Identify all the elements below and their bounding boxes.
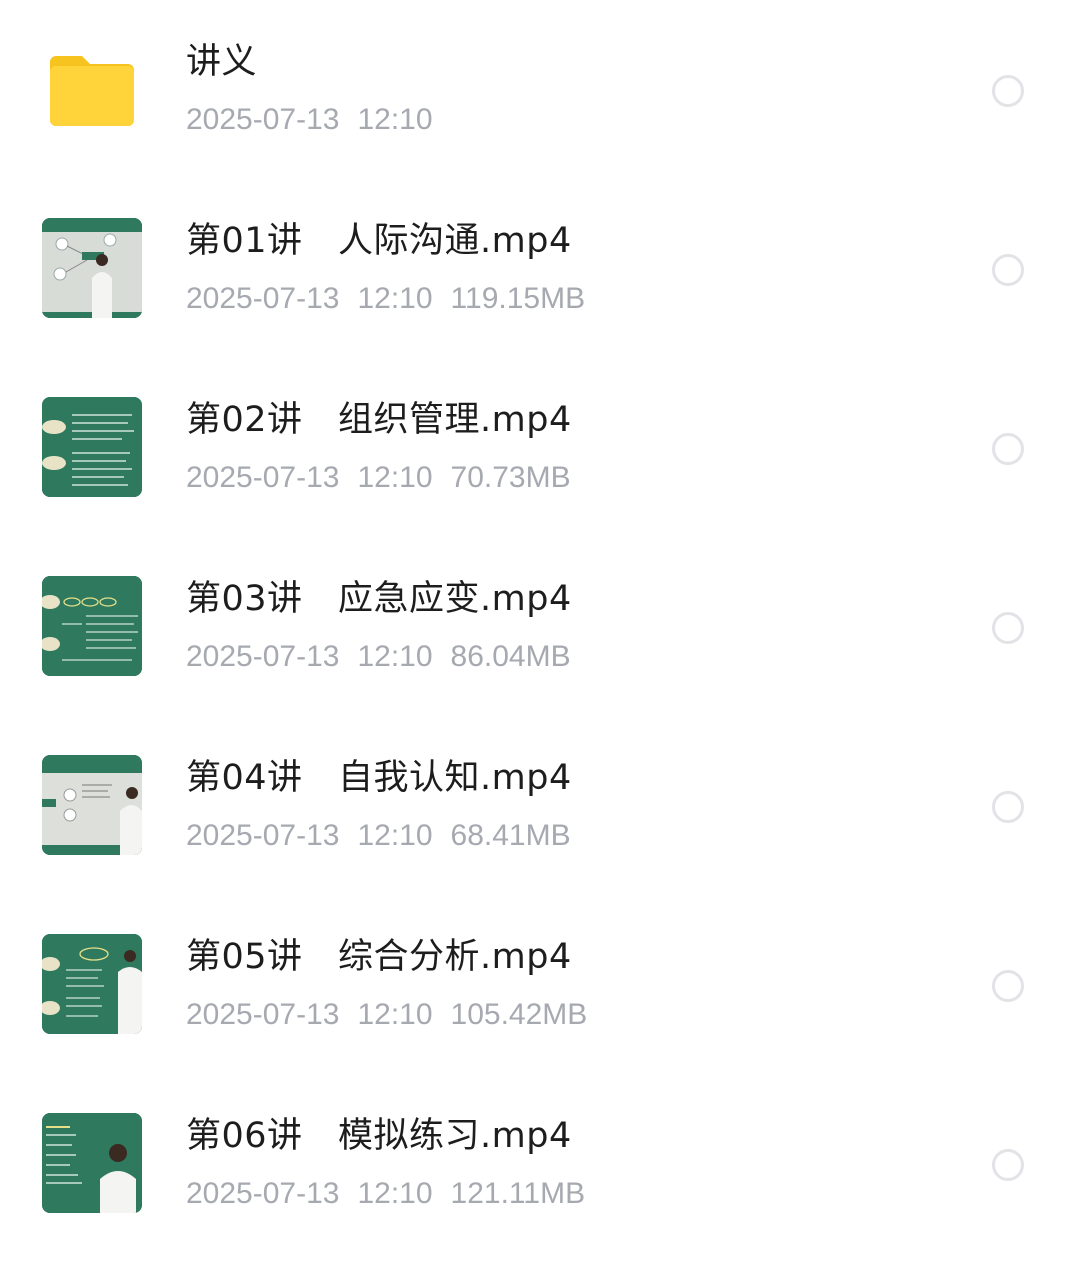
file-size: 119.15MB	[450, 282, 586, 315]
video-thumbnail	[42, 755, 142, 855]
list-item[interactable]: 第03讲 应急应变.mp4 2025-07-13 12:10 86.04MB	[0, 537, 1080, 716]
file-time: 12:10	[357, 819, 433, 852]
file-name: 第01讲 人际沟通.mp4	[186, 221, 572, 261]
select-radio[interactable]	[992, 612, 1024, 644]
select-radio[interactable]	[992, 970, 1024, 1002]
video-thumbnail	[42, 218, 142, 318]
list-item[interactable]: 第04讲 自我认知.mp4 2025-07-13 12:10 68.41MB	[0, 716, 1080, 895]
file-meta: 2025-07-13 12:10 121.11MB	[186, 1174, 585, 1214]
file-meta: 2025-07-13 12:10	[186, 100, 433, 140]
file-size: 105.42MB	[450, 998, 588, 1031]
file-name: 第03讲 应急应变.mp4	[186, 579, 572, 619]
file-date: 2025-07-13	[186, 1177, 340, 1210]
file-size: 121.11MB	[450, 1177, 586, 1210]
list-item[interactable]: 第02讲 组织管理.mp4 2025-07-13 12:10 70.73MB	[0, 358, 1080, 537]
file-meta: 2025-07-13 12:10 86.04MB	[186, 637, 571, 677]
file-time: 12:10	[357, 640, 433, 673]
file-name: 第06讲 模拟练习.mp4	[186, 1116, 572, 1156]
video-thumbnail	[42, 576, 142, 676]
file-time: 12:10	[357, 1177, 433, 1210]
video-thumbnail	[42, 397, 142, 497]
file-date: 2025-07-13	[186, 103, 340, 136]
list-item[interactable]: 讲义 2025-07-13 12:10	[0, 0, 1080, 179]
file-date: 2025-07-13	[186, 282, 340, 315]
file-list: 讲义 2025-07-13 12:10 第01讲 人际沟通.mp4 2025-07…	[0, 0, 1080, 1272]
video-thumbnail	[42, 1113, 142, 1213]
file-time: 12:10	[357, 461, 433, 494]
file-size: 86.04MB	[450, 640, 571, 673]
file-date: 2025-07-13	[186, 819, 340, 852]
file-size: 70.73MB	[450, 461, 571, 494]
folder-icon	[50, 56, 134, 126]
file-date: 2025-07-13	[186, 640, 340, 673]
file-meta: 2025-07-13 12:10 105.42MB	[186, 995, 587, 1035]
list-item[interactable]: 第06讲 模拟练习.mp4 2025-07-13 12:10 121.11MB	[0, 1074, 1080, 1253]
file-time: 12:10	[357, 998, 433, 1031]
select-radio[interactable]	[992, 791, 1024, 823]
file-meta: 2025-07-13 12:10 119.15MB	[186, 279, 585, 319]
list-item[interactable]: 第05讲 综合分析.mp4 2025-07-13 12:10 105.42MB	[0, 895, 1080, 1074]
file-date: 2025-07-13	[186, 461, 340, 494]
file-name: 讲义	[186, 42, 258, 82]
file-time: 12:10	[357, 282, 433, 315]
select-radio[interactable]	[992, 254, 1024, 286]
file-size: 68.41MB	[450, 819, 571, 852]
video-thumbnail	[42, 934, 142, 1034]
select-radio[interactable]	[992, 75, 1024, 107]
file-name: 第04讲 自我认知.mp4	[186, 758, 572, 798]
file-name: 第02讲 组织管理.mp4	[186, 400, 572, 440]
select-radio[interactable]	[992, 433, 1024, 465]
file-date: 2025-07-13	[186, 998, 340, 1031]
select-radio[interactable]	[992, 1149, 1024, 1181]
file-time: 12:10	[357, 103, 433, 136]
file-meta: 2025-07-13 12:10 70.73MB	[186, 458, 571, 498]
list-item[interactable]: 第01讲 人际沟通.mp4 2025-07-13 12:10 119.15MB	[0, 179, 1080, 358]
file-meta: 2025-07-13 12:10 68.41MB	[186, 816, 571, 856]
file-name: 第05讲 综合分析.mp4	[186, 937, 572, 977]
